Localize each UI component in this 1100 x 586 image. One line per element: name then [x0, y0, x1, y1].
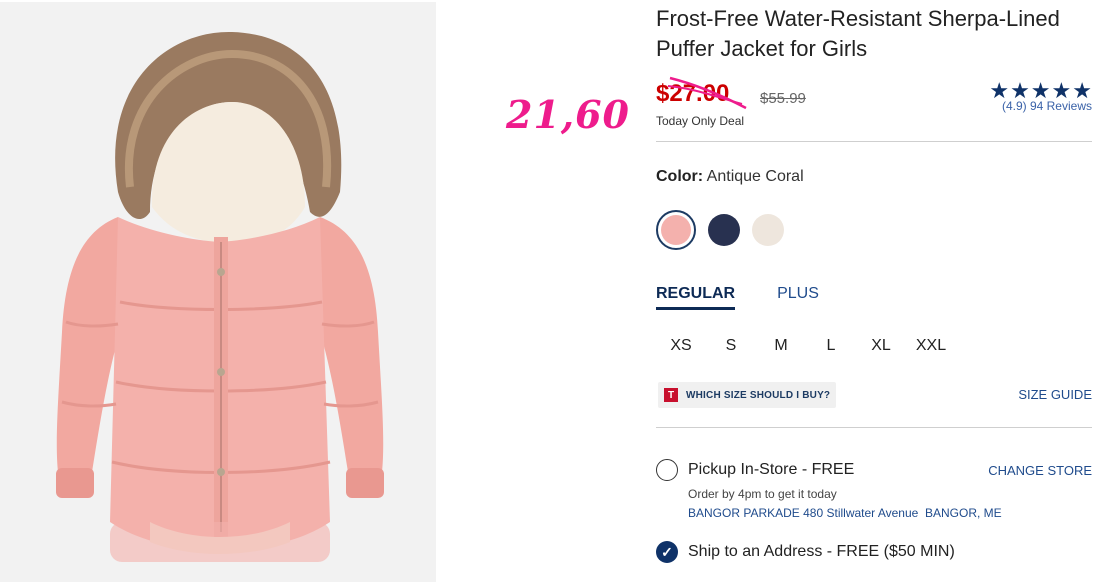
size-m[interactable]: M: [756, 337, 806, 355]
original-price: $55.99: [760, 90, 806, 107]
size-guide-link[interactable]: SIZE GUIDE: [1018, 387, 1092, 402]
color-selection-label: Color: Antique Coral: [656, 168, 804, 186]
change-store-link[interactable]: CHANGE STORE: [988, 463, 1092, 478]
handwritten-price-annotation: 21,60: [506, 92, 630, 137]
fit-tabs: REGULAR PLUS: [656, 285, 819, 310]
tab-plus[interactable]: PLUS: [777, 285, 819, 310]
pickup-label[interactable]: Pickup In-Store - FREE: [688, 461, 854, 479]
swatch-cream[interactable]: [752, 214, 784, 246]
swatch-navy[interactable]: [708, 214, 740, 246]
size-s[interactable]: S: [706, 337, 756, 355]
swatch-antique-coral[interactable]: [656, 210, 696, 250]
divider: [656, 141, 1092, 142]
swatch-fill: [661, 215, 691, 245]
divider: [656, 427, 1092, 428]
ship-selected-check-icon[interactable]: ✓: [656, 541, 678, 563]
color-swatches: [656, 210, 784, 250]
size-xxl[interactable]: XXL: [906, 337, 956, 355]
product-title: Frost-Free Water-Resistant Sherpa-Lined …: [656, 6, 1060, 61]
size-l[interactable]: L: [806, 337, 856, 355]
size-options: XS S M L XL XXL: [656, 337, 956, 355]
pickup-radio[interactable]: [656, 459, 678, 481]
rating[interactable]: ★ ★ ★ ★ ★ (4.9) 94 Reviews: [989, 80, 1092, 114]
ship-label[interactable]: Ship to an Address - FREE ($50 MIN): [688, 543, 955, 561]
tab-regular[interactable]: REGULAR: [656, 285, 736, 310]
reviews-link[interactable]: (4.9) 94 Reviews: [989, 99, 1092, 113]
pink-puffer-jacket-illustration: [56, 31, 384, 562]
size-xl[interactable]: XL: [856, 337, 906, 355]
color-label: Color:: [656, 168, 704, 185]
product-image[interactable]: [0, 2, 436, 582]
true-fit-icon: T: [664, 388, 678, 402]
store-address-link[interactable]: BANGOR PARKADE 480 Stillwater Avenue BAN…: [688, 506, 1002, 520]
pickup-note: Order by 4pm to get it today: [688, 487, 837, 501]
size-xs[interactable]: XS: [656, 337, 706, 355]
which-size-button[interactable]: T WHICH SIZE SHOULD I BUY?: [658, 382, 837, 408]
which-size-label: WHICH SIZE SHOULD I BUY?: [686, 389, 831, 401]
handwritten-strike-mark: [667, 76, 747, 110]
deal-label: Today Only Deal: [656, 114, 745, 128]
selected-color-name: Antique Coral: [706, 168, 804, 185]
